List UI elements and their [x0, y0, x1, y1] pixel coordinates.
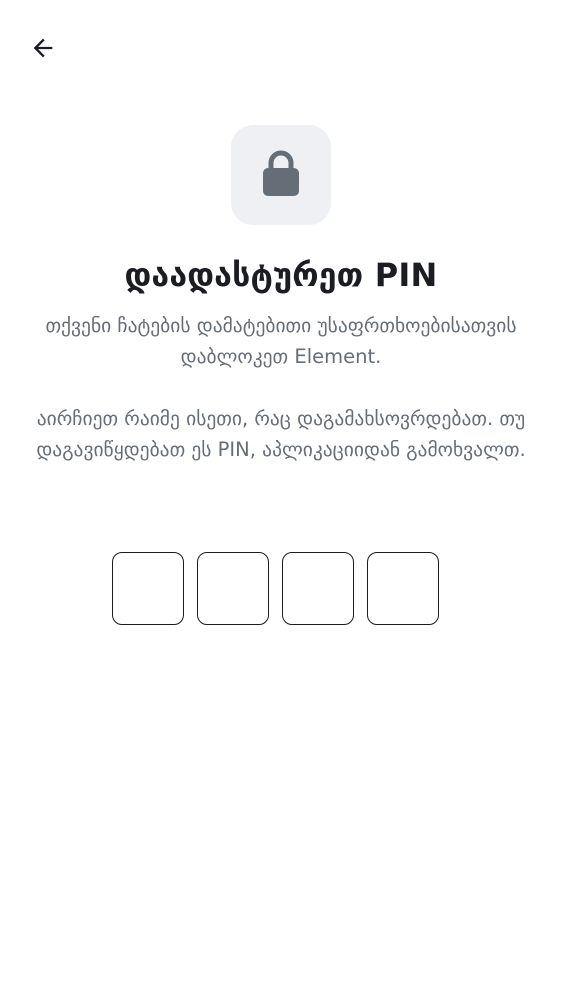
- lock-icon: [261, 149, 301, 201]
- back-button[interactable]: [20, 28, 66, 72]
- pin-digit-input[interactable]: [282, 552, 354, 625]
- lock-icon-tile: [231, 125, 331, 225]
- description-warning-text: აირჩიეთ რაიმე ისეთი, რაც დაგამახსოვრდება…: [36, 407, 526, 461]
- pin-digit-input[interactable]: [197, 552, 269, 625]
- page-title: დაადასტურეთ PIN: [124, 256, 438, 294]
- description-text: თქვენი ჩატების დამატებითი უსაფრთხოებისათ…: [45, 314, 517, 368]
- pin-input-group: [112, 552, 439, 625]
- pin-digit-input[interactable]: [367, 552, 439, 625]
- pin-digit-input[interactable]: [112, 552, 184, 625]
- arrow-left-icon: [29, 34, 57, 66]
